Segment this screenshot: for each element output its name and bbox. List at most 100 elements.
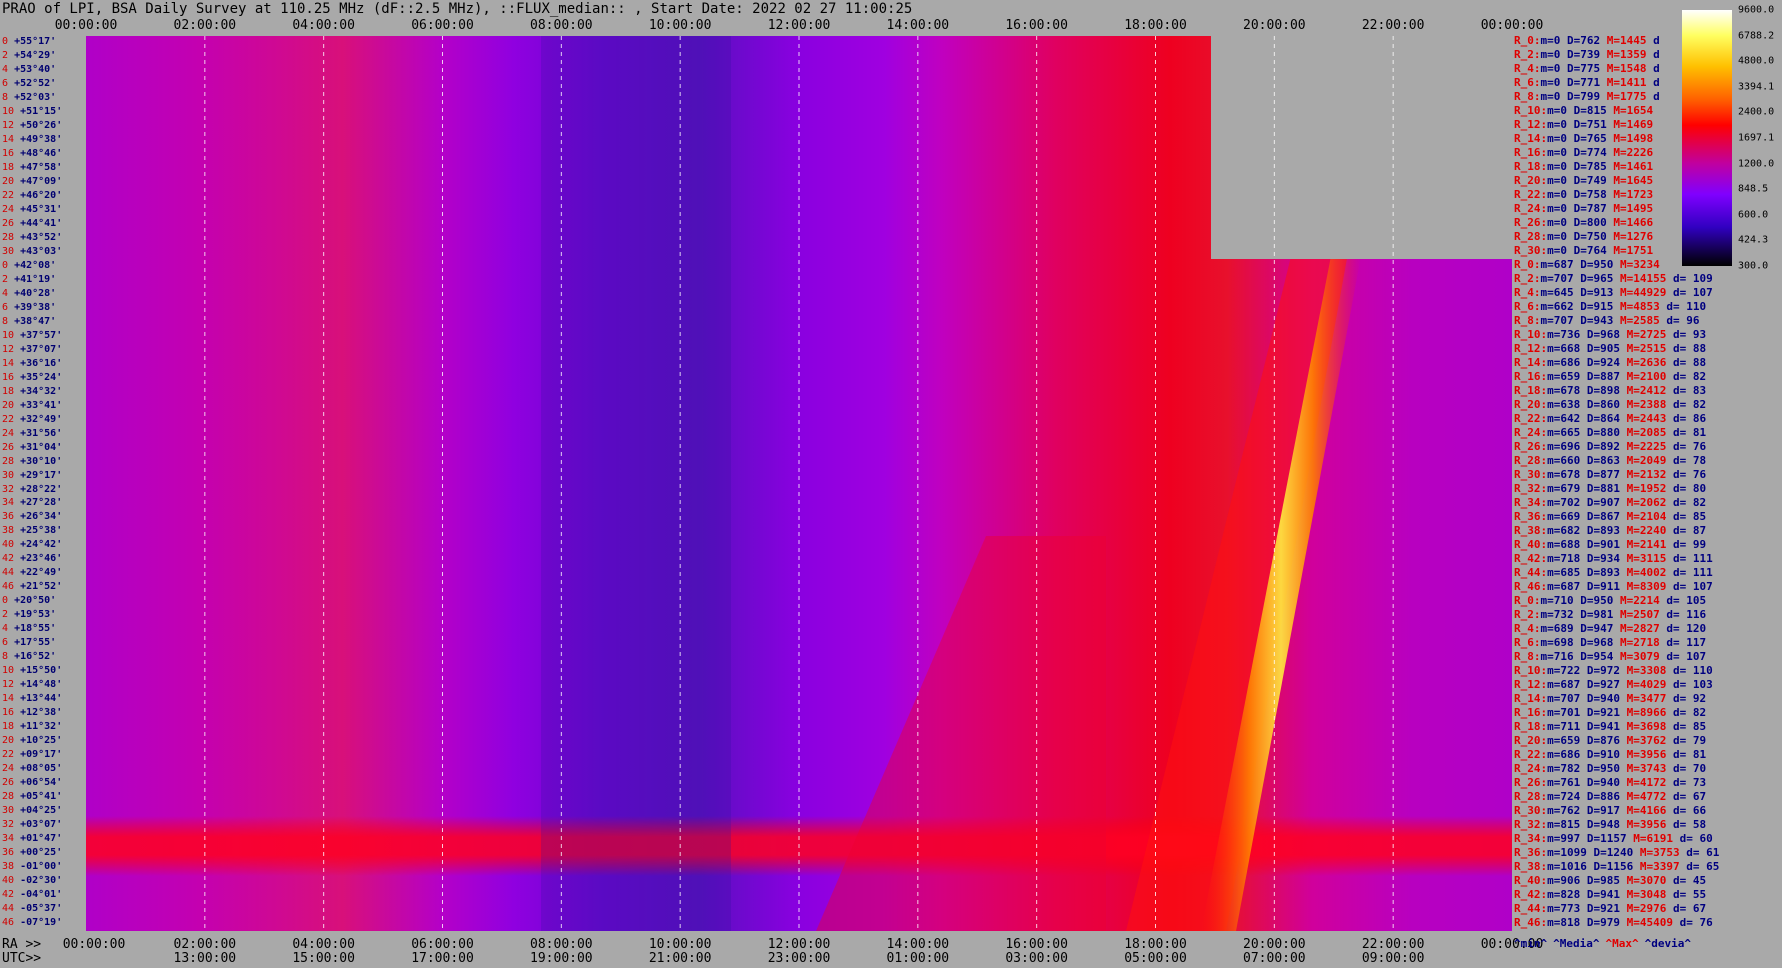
stats-row-label: R_36: — [1514, 510, 1548, 523]
max-prefix: M= — [1626, 804, 1640, 817]
max-value: 4002 — [1639, 566, 1667, 579]
max-value: 8309 — [1639, 580, 1667, 593]
stats-row-label: R_28: — [1514, 454, 1548, 467]
median-prefix: D= — [1586, 468, 1601, 481]
beam-index: 24 — [2, 763, 15, 775]
min-value: 828 — [1560, 888, 1581, 901]
top-axis-tick: 14:00:00 — [886, 18, 950, 33]
min-value: 685 — [1560, 566, 1581, 579]
min-value: 696 — [1560, 440, 1581, 453]
declination-label: 26 +31°04' — [2, 442, 62, 453]
stats-row-label: R_24: — [1514, 426, 1548, 439]
median-value: 799 — [1580, 90, 1601, 103]
declination-label: 46 +21°52' — [2, 582, 62, 592]
median-prefix: D= — [1586, 552, 1601, 565]
declination-value: +31°56' — [20, 427, 63, 439]
median-value: 787 — [1586, 202, 1607, 215]
min-value: 0 — [1560, 146, 1567, 159]
stats-row-label: R_40: — [1514, 538, 1548, 551]
stats-row-label: R_6: — [1514, 300, 1541, 313]
deviation-value: d= 111 — [1673, 552, 1713, 565]
max-value: 2827 — [1633, 622, 1660, 635]
median-prefix: D= — [1573, 146, 1587, 159]
declination-value: +32°49' — [20, 413, 63, 425]
top-axis-tick: 16:00:00 — [1005, 18, 1068, 33]
declination-label: 26 +06°54' — [2, 778, 62, 788]
max-value: 2141 — [1639, 538, 1667, 551]
declination-label: 4 +40°28' — [2, 288, 56, 299]
max-prefix: M= — [1626, 412, 1640, 425]
max-value: 1952 — [1639, 482, 1667, 495]
top-axis-tick: 22:00:00 — [1361, 18, 1425, 33]
max-value: 1495 — [1626, 202, 1654, 215]
median-prefix: D= — [1586, 720, 1601, 733]
stats-row-label: R_46: — [1514, 580, 1548, 593]
max-prefix: M= — [1626, 552, 1640, 565]
stats-row: R_30:m=762 D=917 M=4166 d= 66 — [1514, 804, 1706, 817]
declination-value: +30°10' — [20, 455, 63, 467]
declination-label: 12 +37°07' — [2, 344, 62, 355]
min-value: 638 — [1560, 398, 1581, 411]
median-prefix: D= — [1586, 398, 1601, 411]
min-value: 761 — [1560, 776, 1581, 789]
colorbar-label: 9600.0 — [1738, 4, 1775, 16]
deviation-value: d= 80 — [1673, 482, 1707, 495]
median-prefix: D= — [1586, 482, 1601, 495]
min-value: 0 — [1560, 244, 1567, 257]
median-value: 877 — [1600, 468, 1620, 481]
deviation-value: d= 96 — [1666, 314, 1700, 327]
declination-value: +18°55' — [14, 623, 57, 635]
declination-label: 38 -01°00' — [2, 862, 62, 872]
min-prefix: m= — [1547, 566, 1561, 579]
median-value: 785 — [1586, 160, 1607, 173]
stats-row-label: R_6: — [1514, 636, 1541, 649]
declination-value: +04°25' — [20, 805, 63, 817]
deviation-value: d= 67 — [1673, 790, 1707, 803]
declination-label: 20 +33°41' — [2, 400, 62, 411]
stats-row: R_16:m=0 D=774 M=2226 — [1514, 146, 1653, 159]
median-prefix: D= — [1580, 272, 1594, 285]
deviation-value: d= 117 — [1666, 636, 1707, 649]
declination-value: +27°28' — [20, 497, 63, 509]
max-prefix: M= — [1626, 328, 1640, 341]
deviation-value: d= 110 — [1673, 664, 1713, 677]
min-prefix: m= — [1547, 916, 1561, 929]
declination-value: +15°50' — [20, 665, 63, 677]
max-prefix: M= — [1613, 118, 1627, 131]
stats-row-label: R_16: — [1514, 706, 1548, 719]
heatmap-svg — [86, 36, 1512, 931]
beam-index: 42 — [2, 889, 15, 901]
max-prefix: M= — [1626, 888, 1640, 901]
median-value: 940 — [1600, 692, 1620, 705]
stats-row-label: R_38: — [1514, 524, 1548, 537]
stats-row: R_14:m=686 D=924 M=2636 d= 88 — [1514, 356, 1706, 369]
max-prefix: M= — [1626, 566, 1640, 579]
beam-index: 28 — [2, 455, 15, 467]
median-value: 934 — [1600, 552, 1620, 565]
min-value: 773 — [1560, 902, 1581, 915]
max-value: 3115 — [1639, 552, 1667, 565]
max-value: 6191 — [1646, 832, 1674, 845]
ra-axis-tick: 20:00:00 — [1243, 937, 1306, 952]
stats-row-label: R_42: — [1514, 888, 1548, 901]
median-value: 764 — [1586, 244, 1607, 257]
ra-axis-tick: 22:00:00 — [1361, 937, 1425, 952]
median-prefix: D= — [1573, 160, 1587, 173]
max-prefix: M= — [1626, 496, 1640, 509]
min-prefix: m= — [1547, 804, 1561, 817]
deviation-value: d= 88 — [1673, 356, 1707, 369]
top-axis-tick: 20:00:00 — [1243, 18, 1306, 33]
min-value: 722 — [1560, 664, 1581, 677]
median-value: 927 — [1600, 678, 1620, 691]
declination-value: +13°44' — [20, 693, 63, 705]
max-prefix: M= — [1639, 846, 1654, 859]
beam-index: 32 — [2, 819, 15, 831]
deviation-value: d= 82 — [1673, 706, 1707, 719]
median-prefix: D= — [1586, 524, 1601, 537]
median-value: 947 — [1593, 622, 1614, 635]
declination-value: +21°52' — [20, 581, 63, 593]
median-value: 774 — [1586, 146, 1607, 159]
beam-index: 4 — [2, 623, 9, 635]
min-prefix: m= — [1547, 370, 1561, 383]
ra-axis-tick: 14:00:00 — [886, 937, 950, 952]
